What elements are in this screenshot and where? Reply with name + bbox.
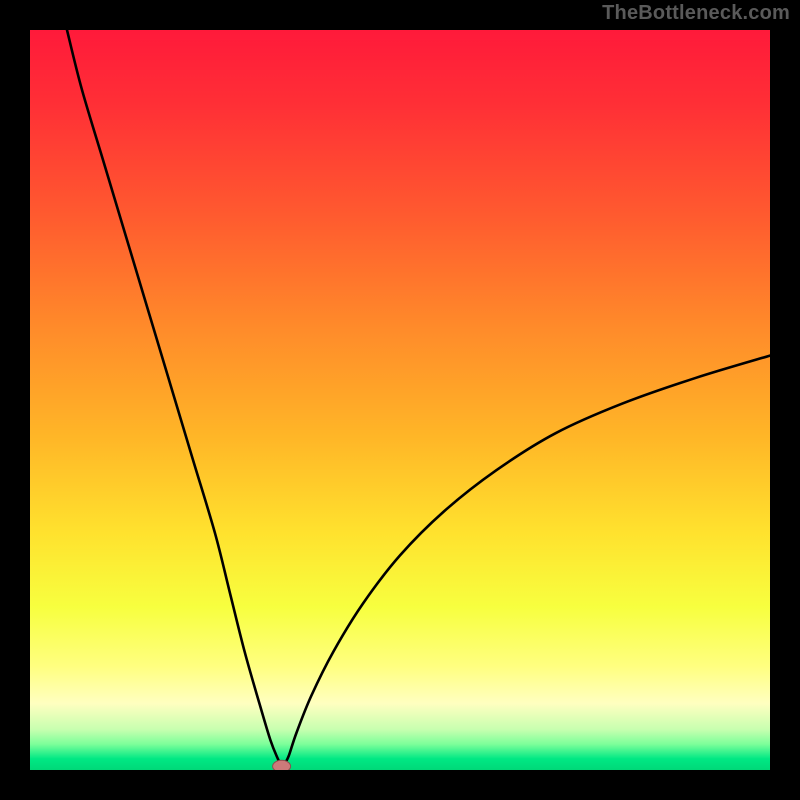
chart-svg <box>30 30 770 770</box>
chart-background <box>30 30 770 770</box>
chart-frame: TheBottleneck.com <box>0 0 800 800</box>
chart-plot-area <box>30 30 770 770</box>
watermark-text: TheBottleneck.com <box>602 2 790 25</box>
optimal-point-marker <box>273 760 291 770</box>
